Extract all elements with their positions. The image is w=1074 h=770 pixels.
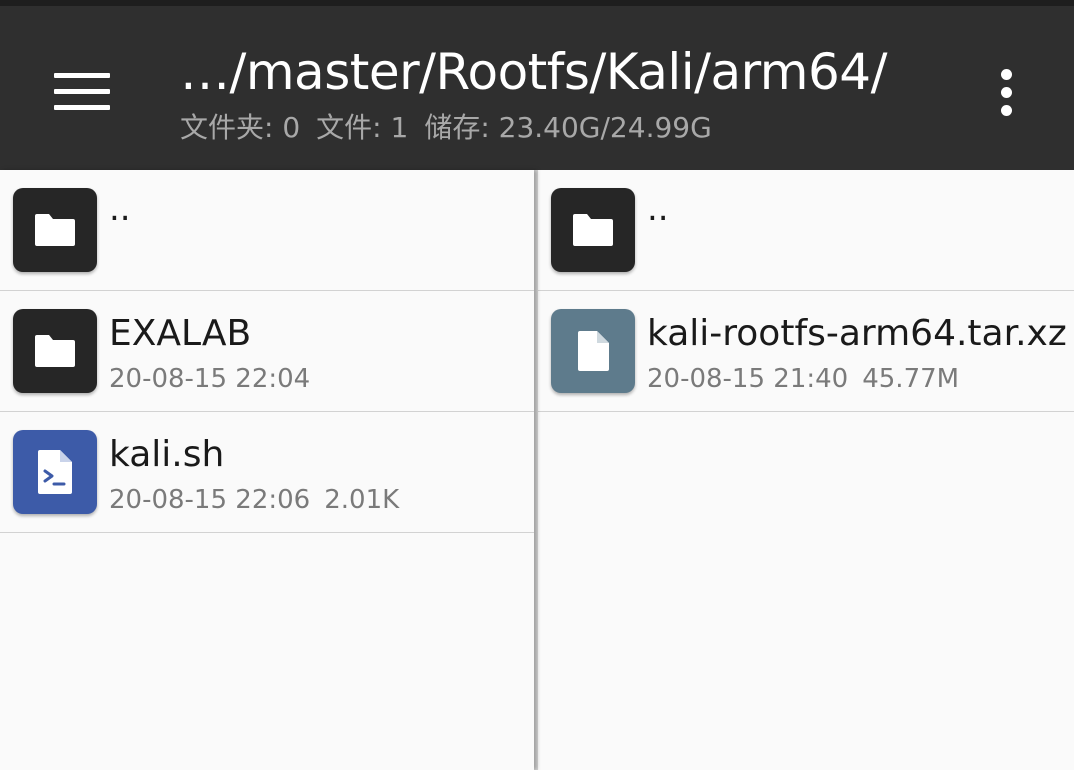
hamburger-icon-bar — [54, 88, 110, 94]
file-name: kali-rootfs-arm64.tar.xz — [647, 313, 1067, 354]
file-meta: 20-08-15 22:06 2.01K — [109, 484, 399, 516]
file-name: EXALAB — [109, 313, 252, 354]
menu-button[interactable] — [40, 56, 124, 126]
list-item-parent-dir[interactable]: .. — [0, 170, 534, 291]
more-dot-icon — [1000, 86, 1012, 98]
file-date: 20-08-15 22:06 — [109, 485, 311, 515]
file-meta: 20-08-15 22:04 — [109, 363, 310, 395]
file-name: .. — [109, 189, 131, 229]
right-file-pane: .. kali-rootfs-arm64.tar.xz 20-08-15 21:… — [538, 170, 1074, 770]
more-dot-icon — [1000, 104, 1012, 116]
pane-divider[interactable] — [534, 170, 538, 770]
hamburger-icon-bar — [54, 104, 110, 110]
file-name: .. — [647, 189, 669, 229]
file-date: 20-08-15 21:40 — [647, 364, 849, 394]
file-date: 20-08-15 22:04 — [109, 364, 311, 394]
hamburger-icon-bar — [54, 72, 110, 78]
folder-icon — [551, 188, 635, 272]
file-name: kali.sh — [109, 434, 225, 475]
more-options-button[interactable] — [984, 62, 1028, 122]
list-item-folder[interactable]: EXALAB 20-08-15 22:04 — [0, 291, 534, 412]
path-stats: 文件夹: 0 文件: 1 储存: 23.40G/24.99G — [180, 110, 728, 146]
left-file-pane: .. EXALAB 20-08-15 22:04 kali.sh 20-08-1… — [0, 170, 534, 770]
more-dot-icon — [1000, 68, 1012, 80]
toolbar: …/master/Rootfs/Kali/arm64/ 文件夹: 0 文件: 1 储… — [0, 0, 1074, 170]
file-count: 文件: 1 — [316, 111, 409, 144]
folder-icon — [13, 188, 97, 272]
file-size: 45.77M — [862, 364, 960, 394]
file-meta: 20-08-15 21:40 45.77M — [647, 363, 959, 395]
list-item-parent-dir[interactable]: .. — [538, 170, 1074, 291]
current-path: …/master/Rootfs/Kali/arm64/ — [180, 43, 887, 101]
folder-icon — [13, 309, 97, 393]
storage-usage: 储存: 23.40G/24.99G — [424, 111, 712, 144]
file-size: 2.01K — [324, 485, 400, 515]
list-item-file[interactable]: kali-rootfs-arm64.tar.xz 20-08-15 21:40 4… — [538, 291, 1074, 412]
script-file-icon — [13, 430, 97, 514]
file-icon — [551, 309, 635, 393]
list-item-file[interactable]: kali.sh 20-08-15 22:06 2.01K — [0, 412, 534, 533]
folder-count: 文件夹: 0 — [180, 111, 301, 144]
